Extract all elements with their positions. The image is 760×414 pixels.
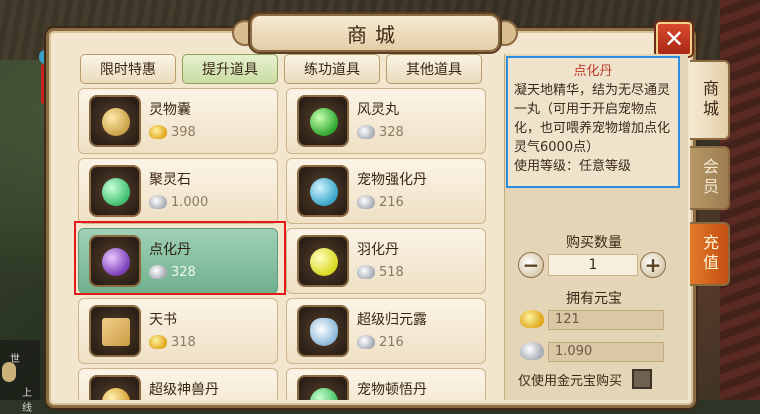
- gold-ingot-plus-icon[interactable]: [520, 310, 544, 328]
- close-button[interactable]: ✕: [656, 22, 692, 56]
- tab-training-items[interactable]: 练功道具: [284, 54, 380, 84]
- item-price: 216: [379, 195, 404, 210]
- silver-amount: 1.090: [548, 342, 664, 362]
- silver-ingot-icon: [149, 265, 167, 279]
- category-tabs: 限时特惠 提升道具 练功道具 其他道具: [80, 54, 482, 84]
- silver-ingot-icon: [357, 125, 375, 139]
- shop-item[interactable]: 超级归元露 216: [286, 298, 486, 364]
- item-price: 518: [379, 265, 404, 280]
- description-title: 点化丹: [573, 64, 613, 79]
- item-grid: 灵物囊 398 风灵丸 328 聚灵石 1.000 宠物强化丹 216 点化丹 …: [78, 88, 488, 400]
- gold-ingot-icon: [149, 125, 167, 139]
- side-tab-member[interactable]: 会员: [690, 146, 730, 210]
- wallet-label: 拥有元宝: [566, 291, 622, 307]
- item-name: 羽化丹: [357, 242, 399, 258]
- spirit-bag-icon: [89, 95, 141, 147]
- side-tab-shop[interactable]: 商城: [690, 60, 730, 140]
- shop-item[interactable]: 羽化丹 518: [286, 228, 486, 294]
- item-price: 328: [171, 265, 196, 280]
- tab-limited-offer[interactable]: 限时特惠: [80, 54, 176, 84]
- shop-item[interactable]: 聚灵石 1.000: [78, 158, 278, 224]
- item-price: 328: [379, 125, 404, 140]
- chat-status-label: 上线: [22, 388, 32, 414]
- chat-corner[interactable]: 世 上线: [0, 340, 40, 414]
- item-name: 超级归元露: [357, 312, 427, 328]
- plus-button[interactable]: +: [640, 252, 666, 278]
- shop-item[interactable]: 宠物强化丹 216: [286, 158, 486, 224]
- minus-button[interactable]: −: [518, 252, 544, 278]
- only-gold-label: 仅使用金元宝购买: [518, 374, 623, 389]
- shop-item[interactable]: 天书 318: [78, 298, 278, 364]
- item-price: 1.000: [171, 195, 209, 210]
- page-title: 商城: [250, 14, 500, 52]
- item-name: 超级神兽丹: [149, 382, 219, 398]
- silver-ingot-icon: [357, 335, 375, 349]
- item-price: 398: [171, 125, 196, 140]
- silver-ingot-icon: [357, 265, 375, 279]
- heavenly-book-icon: [89, 305, 141, 357]
- silver-balance: 1.090: [518, 340, 666, 364]
- shop-item[interactable]: 宠物顿悟丹: [286, 368, 486, 400]
- item-price: 318: [171, 335, 196, 350]
- shop-item[interactable]: 超级神兽丹: [78, 368, 278, 400]
- gold-balance: 121: [518, 308, 666, 332]
- spirit-stone-icon: [89, 165, 141, 217]
- silver-ingot-icon: [149, 195, 167, 209]
- item-name: 聚灵石: [149, 172, 191, 188]
- description-usage: 使用等级：任意等级: [514, 159, 632, 174]
- microphone-icon[interactable]: [2, 362, 16, 382]
- side-tab-recharge[interactable]: 充值: [690, 222, 730, 286]
- only-gold-checkbox[interactable]: [632, 369, 652, 389]
- quantity-label: 购买数量: [566, 235, 622, 251]
- silver-ingot-icon: [357, 195, 375, 209]
- quantity-input[interactable]: 1: [548, 254, 638, 276]
- item-name: 点化丹: [149, 242, 191, 258]
- gold-amount: 121: [548, 310, 664, 330]
- item-name: 灵物囊: [149, 102, 191, 118]
- item-name: 天书: [149, 312, 177, 328]
- gold-ingot-icon: [149, 335, 167, 349]
- item-name: 宠物强化丹: [357, 172, 427, 188]
- silver-ingot-icon: [520, 342, 544, 360]
- item-description: 点化丹 凝天地精华，结为无尽通灵一丸（可用于开启宠物点化，也可喂养宠物增加点化灵…: [506, 56, 680, 188]
- elixir-bottle-icon: [297, 305, 349, 357]
- shop-item-selected[interactable]: 点化丹 328: [78, 228, 278, 294]
- shop-item[interactable]: 风灵丸 328: [286, 88, 486, 154]
- tab-upgrade-items[interactable]: 提升道具: [182, 54, 278, 84]
- item-name: 宠物顿悟丹: [357, 382, 427, 398]
- item-price: 216: [379, 335, 404, 350]
- shop-item[interactable]: 灵物囊 398: [78, 88, 278, 154]
- item-name: 风灵丸: [357, 102, 399, 118]
- wind-pill-icon: [297, 95, 349, 147]
- beast-pill-icon: [89, 375, 141, 400]
- quantity-stepper: − 1 +: [518, 252, 668, 280]
- feather-pill-icon: [297, 235, 349, 287]
- pet-enhance-pill-icon: [297, 165, 349, 217]
- description-body: 凝天地精华，结为无尽通灵一丸（可用于开启宠物点化，也可喂养宠物增加点化灵气600…: [514, 83, 671, 155]
- tab-other-items[interactable]: 其他道具: [386, 54, 482, 84]
- insight-pill-icon: [297, 375, 349, 400]
- enlighten-pill-icon: [89, 235, 141, 287]
